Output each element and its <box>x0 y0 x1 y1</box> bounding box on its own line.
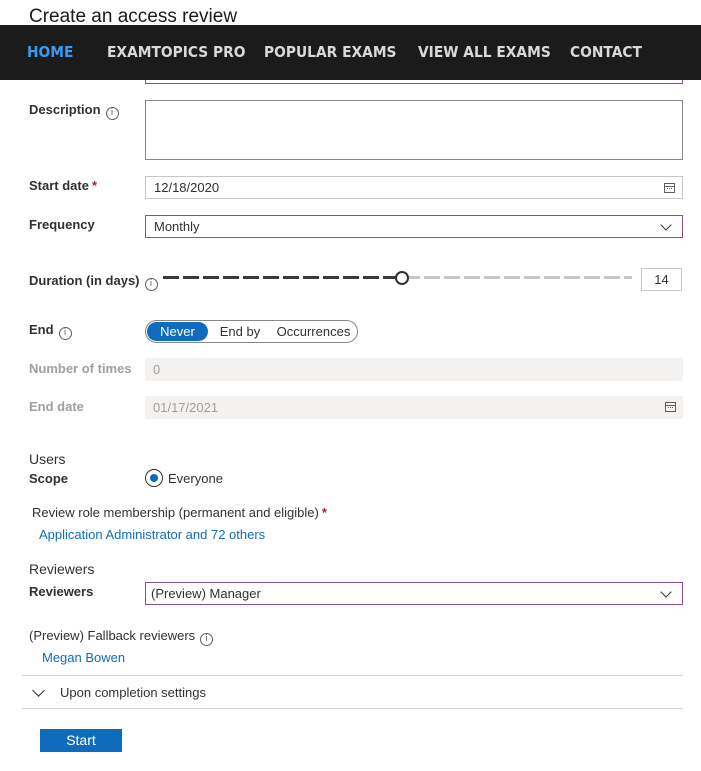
chevron-down-icon <box>660 219 672 231</box>
duration-label-text: Duration (in days) <box>29 273 140 288</box>
number-of-times-label: Number of times <box>29 361 132 376</box>
top-navbar: HOME EXAMTOPICS PRO POPULAR EXAMS VIEW A… <box>0 25 701 80</box>
required-mark: * <box>321 505 327 520</box>
reviewers-value: (Preview) Manager <box>151 586 261 601</box>
description-textarea[interactable] <box>145 100 683 160</box>
start-date-label: Start date * <box>29 178 97 193</box>
divider <box>22 675 683 676</box>
end-date-field: 01/17/2021 <box>145 396 683 419</box>
frequency-dropdown[interactable]: Monthly <box>145 215 683 238</box>
start-date-value: 12/18/2020 <box>154 180 220 195</box>
end-option-end-by[interactable]: End by <box>212 322 268 341</box>
required-mark: * <box>91 178 98 193</box>
duration-label: Duration (in days) i <box>29 273 158 291</box>
end-label-text: End <box>29 322 54 337</box>
chevron-down-icon <box>660 586 672 598</box>
divider <box>22 708 683 709</box>
reviewers-label: Reviewers <box>29 584 94 599</box>
frequency-value: Monthly <box>154 219 200 234</box>
scope-everyone-radio[interactable] <box>145 469 163 487</box>
start-date-field[interactable]: 12/18/2020 <box>145 176 683 199</box>
start-button[interactable]: Start <box>40 729 122 752</box>
description-label: Description i <box>29 102 119 120</box>
reviewers-dropdown[interactable]: (Preview) Manager <box>145 582 683 605</box>
end-label: End i <box>29 322 72 340</box>
nav-contact[interactable]: CONTACT <box>570 25 642 80</box>
info-icon[interactable]: i <box>200 633 214 646</box>
duration-slider-empty[interactable] <box>404 276 632 279</box>
nav-view-all-exams[interactable]: VIEW ALL EXAMS <box>418 25 551 80</box>
description-label-text: Description <box>29 102 101 117</box>
end-date-value: 01/17/2021 <box>153 400 219 415</box>
info-icon[interactable]: i <box>58 327 72 340</box>
fallback-reviewers-label-text: (Preview) Fallback reviewers <box>29 628 196 643</box>
duration-slider-filled[interactable] <box>163 276 403 279</box>
duration-slider-thumb[interactable] <box>395 271 409 285</box>
chevron-down-icon[interactable] <box>32 684 45 697</box>
nav-popular-exams[interactable]: POPULAR EXAMS <box>264 25 396 80</box>
scope-label: Scope <box>29 471 69 486</box>
end-option-group: Never End by Occurrences <box>145 320 358 343</box>
calendar-icon[interactable] <box>664 183 675 193</box>
start-date-label-text: Start date <box>29 178 89 193</box>
duration-value-input[interactable]: 14 <box>641 268 682 291</box>
end-option-occurrences[interactable]: Occurrences <box>271 322 356 341</box>
nav-examtopics-pro[interactable]: EXAMTOPICS PRO <box>107 25 245 80</box>
reviewers-section-title: Reviewers <box>29 561 95 577</box>
completion-settings-toggle[interactable]: Upon completion settings <box>60 685 206 700</box>
fallback-reviewers-label: (Preview) Fallback reviewers i <box>29 628 214 646</box>
membership-label: Review role membership (permanent and el… <box>32 505 327 520</box>
scope-everyone-label[interactable]: Everyone <box>168 471 223 486</box>
membership-link[interactable]: Application Administrator and 72 others <box>39 527 265 542</box>
membership-label-text: Review role membership (permanent and el… <box>32 505 319 520</box>
end-date-label: End date <box>29 399 84 414</box>
number-of-times-field: 0 <box>145 358 683 381</box>
users-section-title: Users <box>29 451 66 467</box>
fallback-reviewer-link[interactable]: Megan Bowen <box>42 650 125 665</box>
info-icon[interactable]: i <box>105 107 119 120</box>
frequency-label: Frequency <box>29 217 95 232</box>
nav-home[interactable]: HOME <box>27 25 73 80</box>
info-icon[interactable]: i <box>144 278 158 291</box>
end-option-never[interactable]: Never <box>147 322 208 341</box>
calendar-icon <box>665 402 676 412</box>
